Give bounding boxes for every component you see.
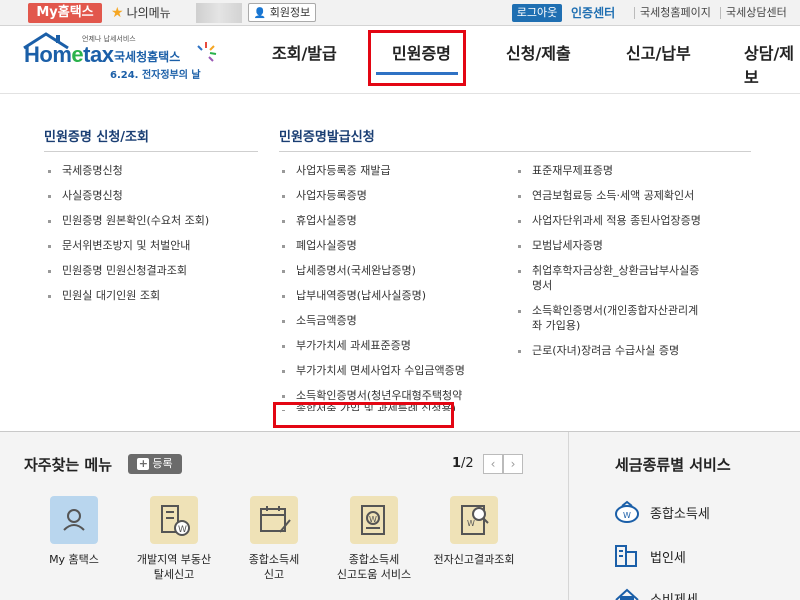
menu-item[interactable]: 민원실 대기인원 조회 [46,288,160,303]
my-menu-button[interactable]: ★ 나의메뉴 [111,3,171,23]
menu-item[interactable]: 소득확인증명서(개인종합자산관리계 [516,303,698,318]
doc-won-icon: W [350,496,398,544]
tax-icon [615,588,639,600]
menu-item[interactable]: 취업후학자금상환_상환금납부사실증 [516,263,699,278]
money-bag-icon: W [615,500,639,523]
star-icon: ★ [111,5,124,21]
member-info-label: 회원정보 [269,6,311,19]
fav-label: 전자신고결과조회 [433,553,515,566]
section-divider [568,432,569,600]
menu-item[interactable]: 문서위변조방지 및 처벌안내 [46,238,190,253]
menu-item[interactable]: 사업자단위과세 적용 종된사업장증명 [516,213,701,228]
fav-real-estate-report[interactable]: W 개발지역 부동산 탈세신고 [128,496,218,596]
tax-label: 법인세 [650,551,686,566]
chevron-left-icon: ‹ [490,457,496,471]
register-favorite-button[interactable]: + 등록 [128,454,182,474]
divider [720,7,721,19]
svg-text:W: W [467,519,475,528]
sparkle-icon [197,42,217,62]
fav-e-filing-result[interactable]: W 전자신고결과조회 [428,496,518,596]
doc-search-icon: W [450,496,498,544]
tax-counsel-link[interactable]: 국세상담센터 [726,4,787,22]
building-icon [615,545,637,567]
col2-divider [279,151,751,152]
menu-item[interactable]: 사실증명신청 [46,188,123,203]
logo-wordmark: Hometax [24,42,114,67]
fav-label: My 홈택스 [49,553,99,566]
header: 언제나 납세서비스 Hometax 국세청홈택스 6.24. 전자정부의 날 조… [0,26,800,94]
nav-counsel-report[interactable]: 상담/제보 [744,42,800,87]
menu-item[interactable]: 휴업사실증명 [280,213,357,228]
logo-name: 국세청홈택스 [114,50,181,64]
favorites-title: 자주찾는 메뉴 [24,456,113,474]
menu-item[interactable]: 근로(자녀)장려금 수급사실 증명 [516,343,679,358]
user-name-blurred [196,3,242,23]
svg-text:W: W [623,511,631,520]
menu-item[interactable]: 부가가치세 과세표준증명 [280,338,411,353]
nav-inquiry-issue[interactable]: 조회/발급 [272,42,337,66]
nav-report-pay[interactable]: 신고/납부 [626,42,691,66]
menu-item[interactable]: 국세증명신청 [46,163,123,178]
col1-title: 민원증명 신청/조회 [44,130,149,145]
my-menu-label: 나의메뉴 [126,6,171,20]
plus-icon: + [137,457,150,470]
menu-item[interactable]: 소득확인증명서(청년우대형주택청약 [280,388,462,403]
person-icon [50,496,98,544]
tax-label: 종합소득세 [650,507,710,522]
logo-subtitle: 6.24. 전자정부의 날 [110,70,201,81]
menu-item[interactable]: 부가가치세 면세사업자 수입금액증명 [280,363,465,378]
nav-apply-submit[interactable]: 신청/제출 [506,42,571,66]
menu-item-continued[interactable]: 명서 [516,278,552,293]
fav-income-tax-report[interactable]: 종합소득세 신고 [228,496,318,596]
menu-item[interactable]: 사업자등록증명 [280,188,367,203]
member-info-button[interactable]: 👤 회원정보 [248,3,316,22]
building-won-icon: W [150,496,198,544]
menu-item-income-amount-cert[interactable]: 소득금액증명 [280,313,357,328]
my-hometax-button[interactable]: My홈택스 [28,3,102,23]
civil-certificate-mega-menu: 민원증명 신청/조회 국세증명신청 사실증명신청 민원증명 원본확인(수요처 조… [0,95,800,431]
favorites-pager: 1/2 [452,456,474,471]
fav-income-tax-help[interactable]: W 종합소득세 신고도움 서비스 [328,496,418,596]
calendar-doc-icon [250,496,298,544]
cert-center-link[interactable]: 인증센터 [571,4,615,22]
tax-label: 소비제세 [650,589,698,600]
menu-highlight-box [273,402,454,428]
chevron-right-icon: › [510,457,516,471]
nts-homepage-link[interactable]: 국세청홈페이지 [640,4,711,22]
svg-text:W: W [178,525,187,535]
menu-item[interactable]: 납세증명서(국세완납증명) [280,263,416,278]
bottom-panel: 자주찾는 메뉴 + 등록 1/2 ‹ › My 홈택스 W 개발지역 부동산 탈세신… [0,431,800,600]
menu-item[interactable]: 납부내역증명(납세사실증명) [280,288,426,303]
menu-item-continued[interactable]: 좌 가입용) [516,318,580,333]
col2-title: 민원증명발급신청 [279,130,375,145]
menu-item[interactable]: 표준재무제표증명 [516,163,613,178]
menu-item[interactable]: 모범납세자증명 [516,238,603,253]
nav-highlight-box [368,30,466,86]
menu-item[interactable]: 민원증명 민원신청결과조회 [46,263,187,278]
menu-item[interactable]: 민원증명 원본확인(수요처 조회) [46,213,209,228]
fav-my-hometax[interactable]: My 홈택스 [28,496,118,596]
fav-label: 개발지역 부동산 탈세신고 [136,553,212,581]
svg-text:W: W [369,515,377,524]
col1-divider [44,151,258,152]
divider [634,7,635,19]
hometax-logo[interactable]: 언제나 납세서비스 Hometax 국세청홈택스 6.24. 전자정부의 날 [22,32,222,82]
top-utility-bar: My홈택스 ★ 나의메뉴 👤 회원정보 로그아웃 인증센터 국세청홈페이지 국세… [0,0,800,26]
prev-page-button[interactable]: ‹ [483,454,503,474]
fav-label: 종합소득세 신고도움 서비스 [336,553,412,581]
next-page-button[interactable]: › [503,454,523,474]
logout-button[interactable]: 로그아웃 [512,4,562,22]
menu-item[interactable]: 사업자등록증 재발급 [280,163,391,178]
fav-label: 종합소득세 신고 [248,553,300,581]
menu-item[interactable]: 폐업사실증명 [280,238,357,253]
tax-services-title: 세금종류별 서비스 [615,456,731,474]
user-icon: 👤 [253,8,267,19]
menu-item[interactable]: 연금보험료등 소득·세액 공제확인서 [516,188,694,203]
